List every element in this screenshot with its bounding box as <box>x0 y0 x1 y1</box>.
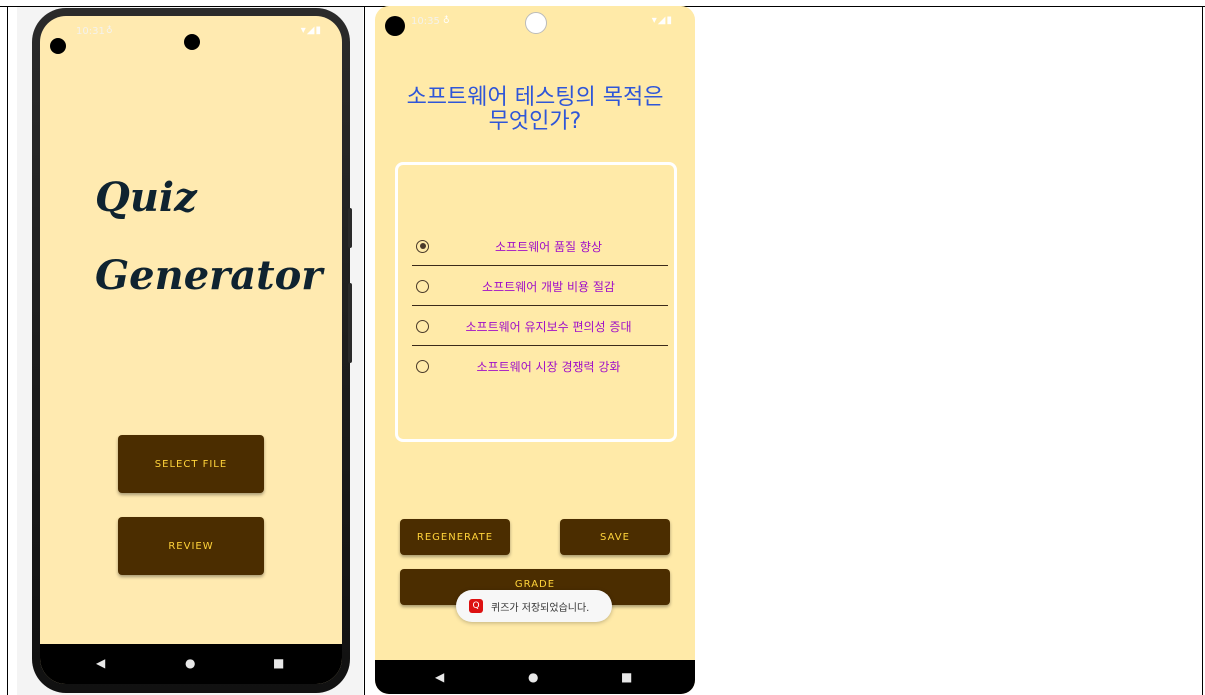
camera-hole-icon <box>50 38 66 54</box>
recents-icon[interactable]: ■ <box>273 656 284 670</box>
radio-unselected-icon[interactable] <box>416 279 429 293</box>
option-item[interactable]: 소프트웨어 품질 향상 <box>412 227 668 265</box>
status-bar: 10:31 ♁ ▾◢▮ <box>40 16 342 54</box>
status-time: 10:31 <box>76 26 105 37</box>
status-bar: 10:35 ♁ ▾◢▮ <box>375 6 695 36</box>
navigation-bar: ◀ ● ■ <box>40 644 342 684</box>
option-item[interactable]: 소프트웨어 개발 비용 절감 <box>412 267 668 305</box>
app-title-generator: Generator <box>95 252 323 299</box>
home-icon[interactable]: ● <box>185 656 195 670</box>
camera-hole-icon <box>385 16 405 36</box>
option-item[interactable]: 소프트웨어 시장 경쟁력 강화 <box>412 347 668 385</box>
review-button[interactable]: REVIEW <box>118 517 264 575</box>
grade-label: GRADE <box>514 579 556 590</box>
app-title-quiz: Quiz <box>95 174 197 221</box>
regenerate-button[interactable]: REGENERATE <box>400 519 510 555</box>
quiz-screen: 10:35 ♁ ▾◢▮ 소프트웨어 테스팅의 목적은 무엇인가? 소프트웨어 품… <box>375 6 695 694</box>
back-icon[interactable]: ◀ <box>96 656 105 670</box>
radio-selected-icon[interactable] <box>416 239 429 253</box>
toast-message: Q 퀴즈가 저장되었습니다. <box>456 590 612 622</box>
option-divider <box>412 305 668 306</box>
option-label: 소프트웨어 개발 비용 절감 <box>482 279 615 294</box>
option-divider <box>412 265 668 266</box>
home-screen: 10:31 ♁ ▾◢▮ Quiz Generator SELECT FILE R… <box>40 16 342 684</box>
option-divider <box>412 345 668 346</box>
frame-right-border <box>1202 6 1203 695</box>
status-notification-icon: ♁ <box>106 26 113 36</box>
back-icon[interactable]: ◀ <box>435 670 444 684</box>
toast-text: 퀴즈가 저장되었습니다. <box>491 602 590 614</box>
status-signal-icons: ▾◢▮ <box>651 15 673 26</box>
radio-unselected-icon[interactable] <box>416 359 429 373</box>
front-camera-icon <box>525 12 547 34</box>
select-file-button[interactable]: SELECT FILE <box>118 435 264 493</box>
volume-button <box>348 283 352 363</box>
frame-divider <box>364 6 365 695</box>
question-text: 소프트웨어 테스팅의 목적은 무엇인가? <box>406 85 664 134</box>
option-label: 소프트웨어 품질 향상 <box>495 239 602 254</box>
answer-card: 소프트웨어 품질 향상 소프트웨어 개발 비용 절감 소프트웨어 유지보수 편의… <box>395 162 677 442</box>
option-item[interactable]: 소프트웨어 유지보수 편의성 증대 <box>412 307 668 345</box>
status-signal-icons: ▾◢▮ <box>300 25 322 36</box>
radio-unselected-icon[interactable] <box>416 319 429 333</box>
option-label: 소프트웨어 시장 경쟁력 강화 <box>476 359 621 374</box>
status-notification-icon: ♁ <box>443 16 450 26</box>
status-time: 10:35 <box>411 16 440 27</box>
home-icon[interactable]: ● <box>528 670 538 684</box>
option-label: 소프트웨어 유지보수 편의성 증대 <box>465 319 632 334</box>
frame-left-border <box>7 6 8 695</box>
front-camera-icon <box>184 34 200 50</box>
power-button <box>348 208 352 248</box>
recents-icon[interactable]: ■ <box>621 670 632 684</box>
save-button[interactable]: SAVE <box>560 519 670 555</box>
app-logo-icon: Q <box>469 599 483 613</box>
phone-frame-left: 10:31 ♁ ▾◢▮ Quiz Generator SELECT FILE R… <box>32 8 352 693</box>
navigation-bar: ◀ ● ■ <box>375 660 695 694</box>
